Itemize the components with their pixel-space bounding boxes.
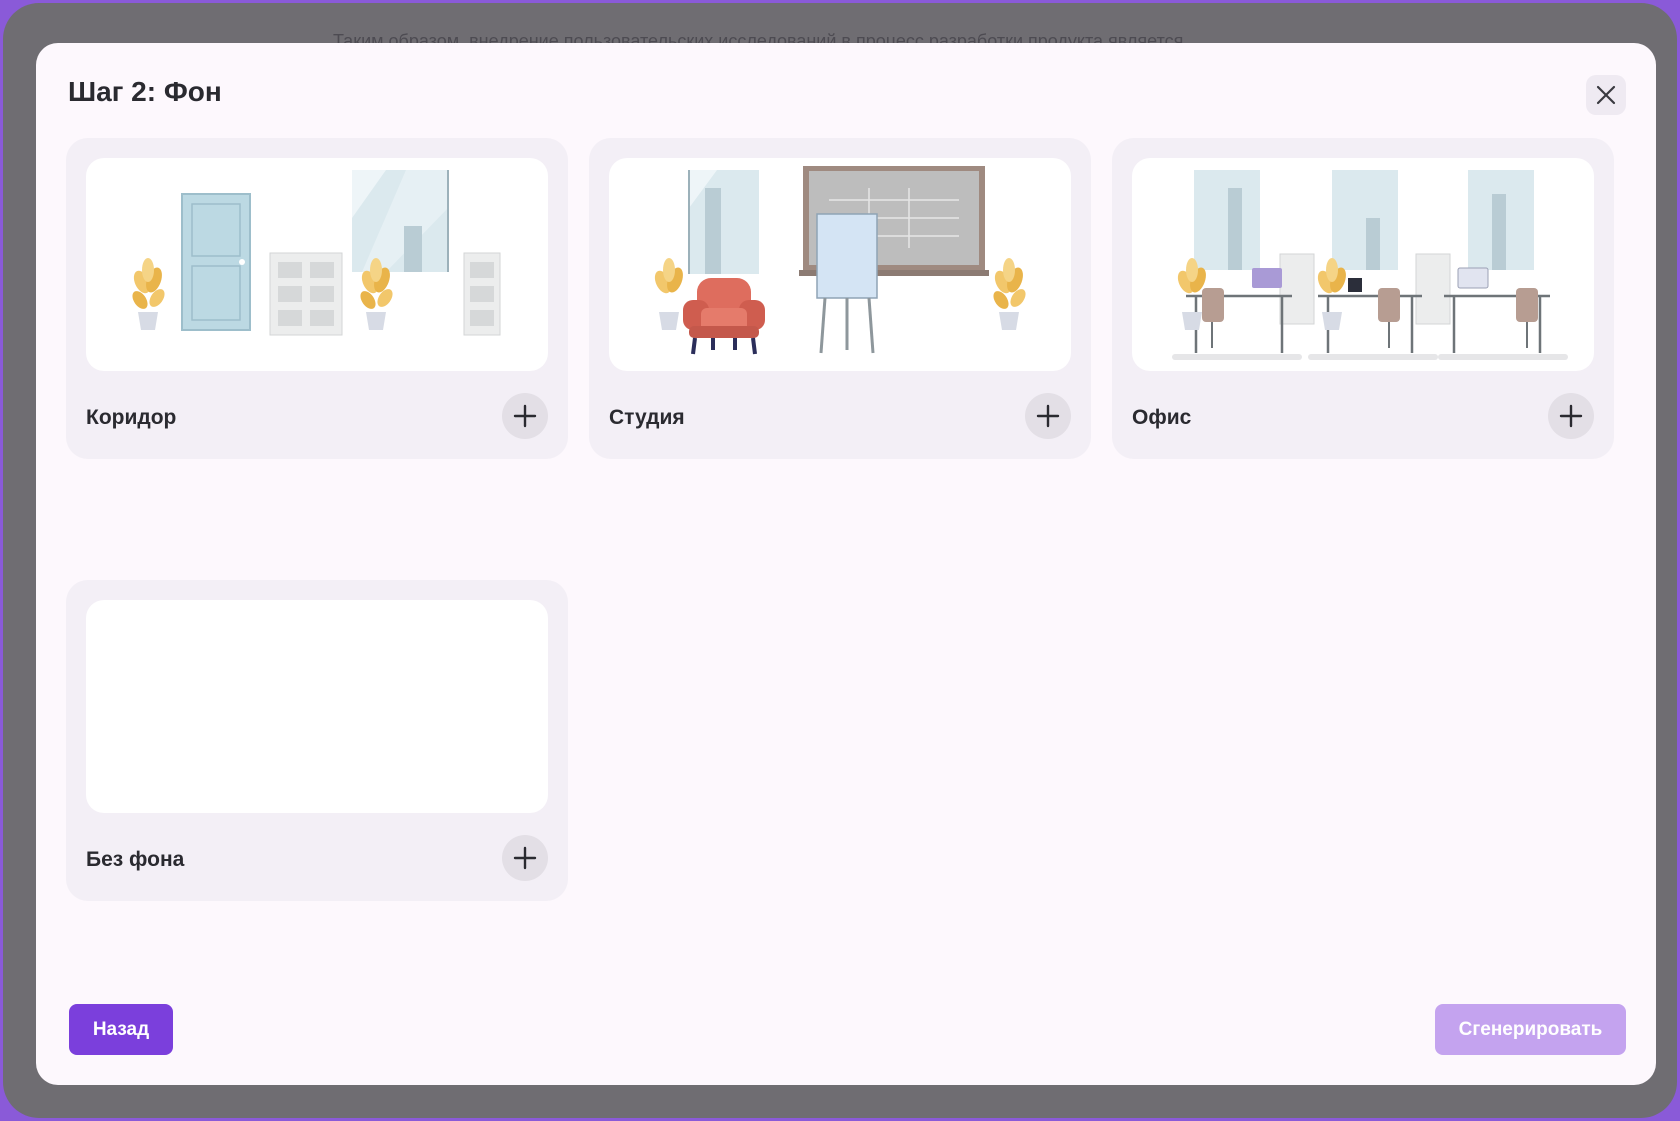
corridor-illustration — [132, 170, 501, 336]
card-label: Коридор — [86, 406, 177, 429]
add-button[interactable] — [1025, 393, 1071, 439]
card-label: Офис — [1132, 406, 1192, 429]
office-illustration — [1172, 170, 1568, 360]
plus-icon — [1036, 404, 1060, 428]
studio-illustration — [654, 166, 1026, 355]
corridor-preview — [86, 158, 548, 371]
close-button[interactable] — [1586, 75, 1626, 115]
plus-icon — [513, 846, 537, 870]
add-button[interactable] — [502, 835, 548, 881]
plus-icon — [513, 404, 537, 428]
office-preview — [1132, 158, 1594, 371]
add-button[interactable] — [1548, 393, 1594, 439]
card-label: Без фона — [86, 848, 185, 871]
background-card-corridor[interactable]: Коридор — [66, 138, 568, 459]
app-frame: Таким образом, внедрение пользовательски… — [3, 3, 1677, 1118]
back-button[interactable]: Назад — [69, 1004, 173, 1055]
background-card-studio[interactable]: Студия — [589, 138, 1091, 459]
modal-title: Шаг 2: Фон — [68, 76, 222, 107]
background-card-none[interactable]: Без фона — [66, 580, 568, 901]
add-button[interactable] — [502, 393, 548, 439]
studio-preview — [609, 158, 1071, 371]
background-step-modal: Шаг 2: Фон Коридор Студия Офис Без фона … — [36, 43, 1656, 1085]
card-label: Студия — [609, 406, 685, 429]
close-icon — [1596, 85, 1616, 105]
empty-preview — [86, 600, 548, 813]
generate-button[interactable]: Сгенерировать — [1435, 1004, 1626, 1055]
plus-icon — [1559, 404, 1583, 428]
background-card-office[interactable]: Офис — [1112, 138, 1614, 459]
